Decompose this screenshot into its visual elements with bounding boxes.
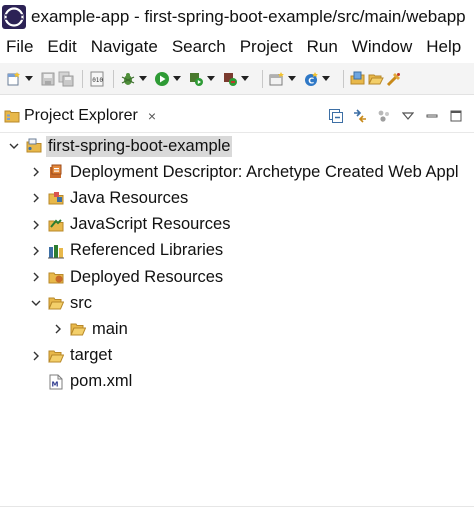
external-tools-dropdown-icon[interactable] [240, 71, 250, 87]
project-explorer-icon [4, 110, 20, 123]
eclipse-app-icon [2, 5, 26, 29]
javascript-resources-icon [48, 217, 64, 233]
chevron-right-icon[interactable] [30, 192, 42, 204]
tree-item-label: Deployment Descriptor: Archetype Created… [70, 162, 459, 181]
chevron-right-icon[interactable] [52, 323, 64, 335]
chevron-down-icon[interactable] [8, 140, 20, 152]
search-icon[interactable] [386, 71, 402, 87]
new-java-class-dropdown-icon[interactable] [321, 71, 331, 87]
close-view-icon[interactable]: × [148, 108, 156, 124]
maven-file-icon: M [48, 374, 64, 390]
tree-item-referenced-libraries[interactable]: Referenced Libraries [0, 238, 474, 264]
chevron-right-icon[interactable] [30, 166, 42, 178]
new-server-dropdown-icon[interactable] [287, 71, 297, 87]
tab-project-explorer[interactable]: Project Explorer × [0, 100, 164, 132]
link-with-editor-icon[interactable] [352, 108, 368, 124]
toolbar-separator [113, 69, 114, 88]
tree-item-label: JavaScript Resources [70, 215, 231, 234]
tree-item-deployed-resources[interactable]: Deployed Resources [0, 264, 474, 290]
tree-item-main[interactable]: main [0, 316, 474, 342]
collapse-all-icon[interactable] [328, 108, 344, 124]
save-all-icon[interactable] [58, 71, 74, 87]
tree-item-javascript-resources[interactable]: JavaScript Resources [0, 212, 474, 238]
new-icon[interactable] [6, 71, 22, 87]
title-bar: example-app - first-spring-boot-example/… [0, 0, 474, 34]
open-type-icon[interactable] [350, 71, 366, 87]
toolbar-separator [262, 69, 263, 88]
project-explorer-header: Project Explorer × [0, 100, 474, 133]
open-folder-icon [48, 295, 64, 311]
view-bottom-border [0, 506, 474, 507]
tree-item-label: pom.xml [70, 372, 133, 391]
external-tools-icon[interactable] [222, 71, 238, 87]
menu-bar: File Edit Navigate Search Project Run Wi… [0, 34, 474, 60]
menu-run[interactable]: Run [303, 37, 342, 57]
view-title: Project Explorer [24, 107, 138, 124]
menu-project[interactable]: Project [236, 37, 297, 57]
new-server-icon[interactable] [269, 71, 285, 87]
run-icon[interactable] [154, 71, 170, 87]
tree-item-deployment-descriptor[interactable]: Deployment Descriptor: Archetype Created… [0, 159, 474, 185]
new-java-class-icon[interactable]: C [303, 71, 319, 87]
run-dropdown-icon[interactable] [172, 71, 182, 87]
library-icon [48, 243, 64, 259]
view-menu-icon[interactable] [400, 108, 416, 124]
tree-item-project[interactable]: first-spring-boot-example [0, 133, 474, 159]
tree-item-label: first-spring-boot-example [46, 135, 233, 157]
window-title: example-app - first-spring-boot-example/… [31, 7, 466, 26]
view-toolbar [320, 108, 474, 124]
toolbar-separator [82, 69, 83, 88]
tree-item-label: Java Resources [70, 188, 189, 207]
svg-text:M: M [52, 380, 59, 388]
tree-item-label: Referenced Libraries [70, 241, 224, 260]
deployed-resources-icon [48, 269, 64, 285]
tree-item-label: src [70, 293, 92, 312]
java-resources-icon [48, 190, 64, 206]
chevron-right-icon[interactable] [30, 271, 42, 283]
tree-item-pom-xml[interactable]: M pom.xml [0, 369, 474, 395]
svg-text:010: 010 [92, 77, 103, 84]
chevron-down-icon[interactable] [30, 297, 42, 309]
menu-window[interactable]: Window [348, 37, 416, 57]
run-config-icon[interactable] [188, 71, 204, 87]
svg-text:C: C [308, 76, 314, 85]
project-tree: first-spring-boot-example Deployment Des… [0, 133, 474, 395]
binary-icon[interactable]: 010 [89, 71, 105, 87]
menu-help[interactable]: Help [422, 37, 465, 57]
open-folder-icon [48, 348, 64, 364]
focus-icon[interactable] [376, 108, 392, 124]
tree-item-java-resources[interactable]: Java Resources [0, 185, 474, 211]
open-folder-icon [70, 321, 86, 337]
project-icon [26, 138, 42, 154]
debug-icon[interactable] [120, 71, 136, 87]
tree-item-label: main [92, 319, 128, 338]
open-folder-icon[interactable] [368, 71, 384, 87]
maximize-icon[interactable] [448, 108, 464, 124]
tree-item-src[interactable]: src [0, 290, 474, 316]
debug-dropdown-icon[interactable] [138, 71, 148, 87]
menu-file[interactable]: File [0, 37, 37, 57]
toolbar-separator [343, 69, 344, 88]
run-config-dropdown-icon[interactable] [206, 71, 216, 87]
deployment-descriptor-icon [48, 164, 64, 180]
chevron-right-icon[interactable] [30, 219, 42, 231]
minimize-icon[interactable] [424, 108, 440, 124]
tree-item-label: Deployed Resources [70, 267, 224, 286]
main-toolbar: 010 C [0, 63, 474, 95]
chevron-right-icon[interactable] [30, 245, 42, 257]
tree-item-label: target [70, 346, 113, 365]
ide-window: example-app - first-spring-boot-example/… [0, 0, 474, 509]
new-dropdown-icon[interactable] [24, 71, 34, 87]
menu-edit[interactable]: Edit [43, 37, 80, 57]
menu-navigate[interactable]: Navigate [87, 37, 162, 57]
chevron-right-icon[interactable] [30, 350, 42, 362]
menu-search[interactable]: Search [168, 37, 230, 57]
tree-item-target[interactable]: target [0, 343, 474, 369]
save-icon[interactable] [40, 71, 56, 87]
